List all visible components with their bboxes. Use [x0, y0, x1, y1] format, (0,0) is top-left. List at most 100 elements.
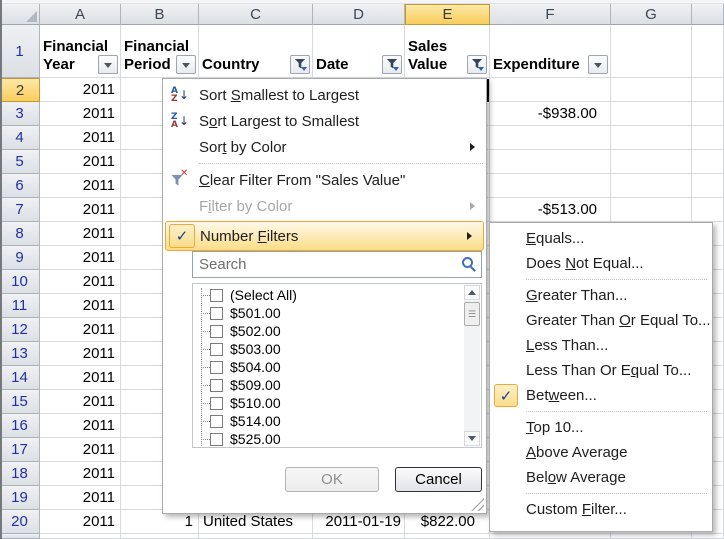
- filter-value-row-504-00[interactable]: $504.00: [193, 358, 481, 376]
- header-cell-g[interactable]: [611, 25, 692, 78]
- filter-value-row-503-00[interactable]: $503.00: [193, 340, 481, 358]
- cell-g5[interactable]: [611, 150, 692, 174]
- scroll-down-button[interactable]: [464, 431, 480, 446]
- menu-item-sort-largest-to-smallest[interactable]: ZA↓Sort Largest to Smallest: [163, 108, 486, 134]
- row-header-15[interactable]: 15: [0, 390, 40, 414]
- row-header-17[interactable]: 17: [0, 438, 40, 462]
- checkbox-icon[interactable]: [210, 379, 223, 392]
- row-header-2[interactable]: 2: [0, 78, 40, 102]
- cancel-button[interactable]: Cancel: [395, 467, 482, 492]
- cell-a17[interactable]: 2011: [40, 438, 121, 462]
- submenu-item-above-average[interactable]: Above Average: [490, 440, 712, 465]
- header-cell-f[interactable]: Expenditure: [490, 25, 611, 78]
- cell-g2[interactable]: [611, 78, 692, 102]
- col-header-d[interactable]: D: [313, 4, 405, 25]
- cell-partial[interactable]: [692, 174, 724, 198]
- cell-partial[interactable]: [692, 126, 724, 150]
- cell-a13[interactable]: 2011: [40, 342, 121, 366]
- cell-f5[interactable]: [490, 150, 611, 174]
- cell-a6[interactable]: 2011: [40, 174, 121, 198]
- cell-partial[interactable]: [692, 150, 724, 174]
- col-header-partial[interactable]: [692, 4, 724, 25]
- submenu-item-greater-than[interactable]: Greater Than...: [490, 283, 712, 308]
- submenu-item-does-not-equal[interactable]: Does Not Equal...: [490, 251, 712, 276]
- header-cell-c[interactable]: Country: [199, 25, 313, 78]
- col-header-b[interactable]: B: [121, 4, 199, 25]
- row-header-6[interactable]: 6: [0, 174, 40, 198]
- resize-grip[interactable]: [471, 498, 484, 511]
- submenu-item-custom-filter[interactable]: Custom Filter...: [490, 497, 712, 522]
- cell-a19[interactable]: 2011: [40, 486, 121, 510]
- checkbox-icon[interactable]: [210, 361, 223, 374]
- row-header-10[interactable]: 10: [0, 270, 40, 294]
- checkbox-icon[interactable]: [210, 433, 223, 446]
- row-header-3[interactable]: 3: [0, 102, 40, 126]
- cell-a12[interactable]: 2011: [40, 318, 121, 342]
- scrollbar-thumb[interactable]: ☰: [464, 302, 480, 326]
- filter-button-financial-period[interactable]: [176, 55, 196, 74]
- checkbox-icon[interactable]: [210, 307, 223, 320]
- header-cell-b[interactable]: Financial Period: [121, 25, 199, 78]
- row-header-1[interactable]: 1: [0, 25, 40, 78]
- cell-f2[interactable]: [490, 78, 611, 102]
- filter-button-financial-year[interactable]: [98, 55, 118, 74]
- header-cell-e[interactable]: Sales Value: [405, 25, 490, 78]
- menu-item-clear-filter-from-sales-value[interactable]: ✕Clear Filter From "Sales Value": [163, 167, 486, 193]
- submenu-item-top-10[interactable]: Top 10...: [490, 415, 712, 440]
- cell-a3[interactable]: 2011: [40, 102, 121, 126]
- row-header-5[interactable]: 5: [0, 150, 40, 174]
- cell-a14[interactable]: 2011: [40, 366, 121, 390]
- search-input[interactable]: [192, 251, 482, 278]
- cell-f7[interactable]: -$513.00: [490, 198, 611, 222]
- submenu-item-between[interactable]: ✓Between...: [490, 383, 712, 408]
- row-header-18[interactable]: 18: [0, 462, 40, 486]
- checkbox-icon[interactable]: [210, 415, 223, 428]
- header-cell-partial[interactable]: [692, 25, 724, 78]
- cell-g6[interactable]: [611, 174, 692, 198]
- row-header-19[interactable]: 19: [0, 486, 40, 510]
- ok-button[interactable]: OK: [285, 467, 379, 492]
- cell-a20[interactable]: 2011: [40, 510, 121, 534]
- filter-value-row-502-00[interactable]: $502.00: [193, 322, 481, 340]
- cell-g7[interactable]: [611, 198, 692, 222]
- header-cell-a[interactable]: Financial Year: [40, 25, 121, 78]
- filter-button-sales-value[interactable]: [467, 55, 487, 74]
- filter-value-row-501-00[interactable]: $501.00: [193, 304, 481, 322]
- row-header-11[interactable]: 11: [0, 294, 40, 318]
- col-header-f[interactable]: F: [490, 4, 611, 25]
- submenu-item-less-than[interactable]: Less Than...: [490, 333, 712, 358]
- cell-a11[interactable]: 2011: [40, 294, 121, 318]
- row-header-16[interactable]: 16: [0, 414, 40, 438]
- cell-partial[interactable]: [692, 198, 724, 222]
- submenu-item-below-average[interactable]: Below Average: [490, 465, 712, 490]
- filter-value-row-select-all[interactable]: (Select All): [193, 286, 481, 304]
- row-header-14[interactable]: 14: [0, 366, 40, 390]
- filter-button-country[interactable]: [290, 55, 310, 74]
- col-header-a[interactable]: A: [40, 4, 121, 25]
- row-header-7[interactable]: 7: [0, 198, 40, 222]
- cell-a18[interactable]: 2011: [40, 462, 121, 486]
- filter-value-row-514-00[interactable]: $514.00: [193, 412, 481, 430]
- cell-a16[interactable]: 2011: [40, 414, 121, 438]
- row-header-9[interactable]: 9: [0, 246, 40, 270]
- cell-g3[interactable]: [611, 102, 692, 126]
- checkbox-icon[interactable]: [210, 343, 223, 356]
- col-header-g[interactable]: G: [611, 4, 692, 25]
- menu-item-sort-smallest-to-largest[interactable]: AZ↓Sort Smallest to Largest: [163, 82, 486, 108]
- row-header-12[interactable]: 12: [0, 318, 40, 342]
- cell-partial[interactable]: [692, 102, 724, 126]
- submenu-item-equals[interactable]: Equals...: [490, 226, 712, 251]
- cell-f3[interactable]: -$938.00: [490, 102, 611, 126]
- menu-item-filter-by-color[interactable]: Filter by Color: [163, 193, 486, 219]
- select-all-corner[interactable]: [0, 4, 40, 25]
- checkbox-icon[interactable]: [210, 325, 223, 338]
- cell-a4[interactable]: 2011: [40, 126, 121, 150]
- row-header-8[interactable]: 8: [0, 222, 40, 246]
- col-header-e[interactable]: E: [405, 4, 490, 25]
- checkbox-icon[interactable]: [210, 289, 223, 302]
- cell-a15[interactable]: 2011: [40, 390, 121, 414]
- submenu-item-greater-than-or-equal-to[interactable]: Greater Than Or Equal To...: [490, 308, 712, 333]
- filter-value-row-510-00[interactable]: $510.00: [193, 394, 481, 412]
- row-header-13[interactable]: 13: [0, 342, 40, 366]
- search-icon[interactable]: [462, 257, 473, 268]
